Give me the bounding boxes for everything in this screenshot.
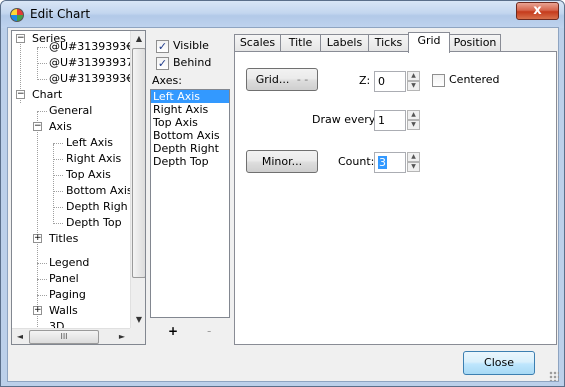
scroll-down-icon[interactable]: ▼ (131, 312, 145, 328)
spin-down-icon[interactable]: ▼ (407, 162, 420, 172)
list-item[interactable]: Top Axis (151, 116, 229, 129)
scroll-thumb[interactable] (132, 48, 145, 278)
draw-every-label: Draw every: (312, 113, 379, 126)
spin-up-icon[interactable]: ▲ (407, 152, 420, 162)
axes-label: Axes: (152, 74, 182, 87)
tree-node-3d[interactable]: 3D (49, 319, 64, 328)
count-label: Count: (338, 155, 375, 168)
scroll-corner (130, 328, 145, 344)
scroll-up-icon[interactable]: ▲ (131, 31, 145, 47)
grid-button[interactable]: Grid... - - (246, 68, 318, 91)
tab-grid[interactable]: Grid (408, 32, 450, 53)
tree-node-left-axis[interactable]: Left Axis (66, 135, 113, 151)
tree-node-panel[interactable]: Panel (49, 271, 79, 287)
tree-node-top-axis[interactable]: Top Axis (66, 167, 111, 183)
spin-down-icon[interactable]: ▼ (407, 81, 420, 91)
checkmark-icon[interactable]: ✓ (156, 57, 169, 70)
scroll-right-icon[interactable]: ► (114, 329, 130, 344)
draw-every-spinner[interactable]: ▲ ▼ (407, 110, 420, 131)
tab-scales[interactable]: Scales (234, 34, 281, 52)
edit-chart-window: Edit Chart x − Series @U#3139393€ @U#313… (0, 0, 565, 387)
resize-grip-icon[interactable] (549, 371, 559, 381)
tree-node-series-2[interactable]: @U#31393937 (49, 55, 133, 71)
teechart-app-icon (10, 8, 24, 22)
tree-node-bottom-axis[interactable]: Bottom Axis (66, 183, 133, 199)
count-input[interactable]: 3 (374, 152, 406, 173)
spin-down-icon[interactable]: ▼ (407, 120, 420, 130)
collapse-icon[interactable]: − (16, 34, 25, 43)
axes-list[interactable]: Left Axis Right Axis Top Axis Bottom Axi… (150, 89, 230, 318)
tab-title[interactable]: Title (280, 34, 321, 52)
tab-labels[interactable]: Labels (320, 34, 369, 52)
list-item[interactable]: Left Axis (151, 90, 229, 103)
list-item[interactable]: Depth Right (151, 142, 229, 155)
remove-axis-button[interactable]: - (207, 324, 211, 338)
tree-node-series-3[interactable]: @U#3139393€ (49, 71, 133, 87)
tree-node-right-axis[interactable]: Right Axis (66, 151, 121, 167)
tree-node-general[interactable]: General (49, 103, 92, 119)
z-label: Z: (359, 74, 371, 87)
dialog-body: − Series @U#3139393€ @U#31393937 @U#3139… (7, 27, 559, 382)
tree-node-depth-top[interactable]: Depth Top (66, 215, 122, 231)
scroll-left-icon[interactable]: ◄ (12, 329, 28, 344)
grid-tab-panel: Grid... - - Z: 0 ▲ ▼ Centered Draw every… (234, 51, 557, 345)
tab-position[interactable]: Position (449, 34, 501, 52)
window-title: Edit Chart (30, 7, 91, 21)
minor-button[interactable]: Minor... (246, 150, 318, 173)
chart-tree[interactable]: − Series @U#3139393€ @U#31393937 @U#3139… (11, 30, 146, 345)
expand-icon[interactable]: + (33, 306, 42, 315)
tab-ticks[interactable]: Ticks (368, 34, 409, 52)
tree-node-depth-right[interactable]: Depth Righ (66, 199, 128, 215)
window-close-button[interactable]: x (516, 2, 559, 20)
axis-options-panel: ✓ Visible ✓ Behind Axes: Left Axis Right… (148, 30, 230, 345)
close-button[interactable]: Close (463, 351, 535, 375)
count-spinner[interactable]: ▲ ▼ (407, 152, 420, 173)
tree-horizontal-scrollbar[interactable]: ◄ III ► (12, 328, 130, 344)
title-bar[interactable]: Edit Chart x (1, 1, 564, 28)
list-item[interactable]: Bottom Axis (151, 129, 229, 142)
list-item[interactable]: Depth Top (151, 155, 229, 168)
tree-node-paging[interactable]: Paging (49, 287, 86, 303)
scroll-thumb[interactable]: III (29, 330, 99, 344)
add-axis-button[interactable]: + (168, 324, 178, 338)
tree-node-legend[interactable]: Legend (49, 255, 89, 271)
tree-vertical-scrollbar[interactable]: ▲ ▼ (130, 31, 145, 328)
grid-pattern-icon: - - (296, 73, 309, 86)
checkmark-icon[interactable]: ✓ (156, 40, 169, 53)
tree-node-series-1[interactable]: @U#3139393€ (49, 39, 133, 55)
collapse-icon[interactable]: − (16, 90, 25, 99)
spin-up-icon[interactable]: ▲ (407, 71, 420, 81)
collapse-icon[interactable]: − (33, 122, 42, 131)
z-spinner[interactable]: ▲ ▼ (407, 71, 420, 92)
z-input[interactable]: 0 (374, 71, 406, 92)
expand-icon[interactable]: + (33, 234, 42, 243)
draw-every-input[interactable]: 1 (374, 110, 406, 131)
spin-up-icon[interactable]: ▲ (407, 110, 420, 120)
list-item[interactable]: Right Axis (151, 103, 229, 116)
